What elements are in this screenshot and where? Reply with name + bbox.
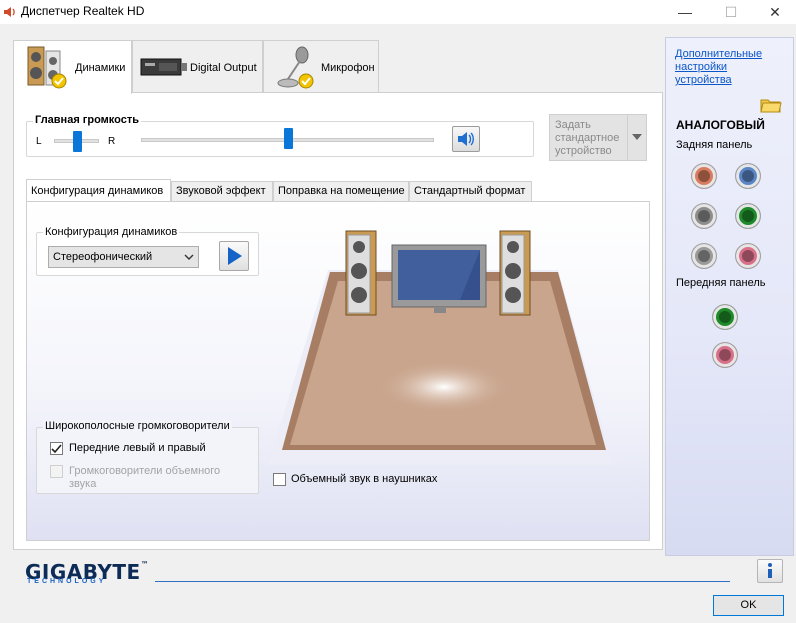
advanced-settings-line1: Дополнительные [675, 48, 763, 60]
tab-digital-output[interactable]: Digital Output [132, 40, 263, 93]
subtab-default-format[interactable]: Стандартный формат [409, 181, 532, 201]
front-jack-green[interactable] [712, 304, 738, 330]
minimize-button[interactable]: — [662, 0, 708, 24]
balance-right-label: R [108, 136, 116, 147]
surround-speakers-label-line1: Громкоговорители объемного [69, 465, 221, 477]
speaker-config-legend: Конфигурация динамиков [43, 226, 180, 238]
set-default-dropdown-arrow[interactable] [627, 115, 646, 160]
chevron-down-icon [184, 254, 194, 260]
info-button[interactable] [757, 559, 783, 583]
tab-speakers-label: Динамики [75, 62, 126, 74]
speaker-config-select[interactable]: Стереофонический [48, 246, 199, 268]
mute-button[interactable] [452, 126, 480, 152]
brand-subtitle: TECHNOLOGY [27, 578, 107, 585]
monitor-icon [391, 244, 487, 313]
surround-speakers-checkbox[interactable] [50, 465, 63, 478]
subtab-room-correction[interactable]: Поправка на помещение [273, 181, 409, 201]
subtab-speaker-config[interactable]: Конфигурация динамиков [26, 179, 171, 201]
tab-digital-output-label: Digital Output [190, 62, 257, 74]
fullrange-speakers-legend: Широкополосные громкоговорители [43, 420, 232, 432]
speaker-app-icon [4, 7, 15, 17]
play-test-button[interactable] [219, 241, 249, 271]
advanced-settings-link[interactable]: Дополнительные настройки устройства [675, 48, 762, 87]
volume-slider-thumb[interactable] [283, 128, 293, 149]
front-panel-label: Передняя панель [676, 277, 766, 289]
rear-jack-green[interactable] [735, 203, 761, 229]
rear-jack-gray-2[interactable] [691, 243, 717, 269]
title-bar: Диспетчер Realtek HD — ☐ ✕ [0, 0, 796, 24]
left-speaker-icon [345, 230, 377, 316]
right-speaker-icon [499, 230, 531, 316]
brand-tm: ™ [140, 560, 150, 569]
front-jack-pink[interactable] [712, 342, 738, 368]
set-default-line1: Задать [555, 119, 591, 131]
subtab-sound-effect[interactable]: Звуковой эффект [171, 181, 273, 201]
checkmark-icon [51, 444, 62, 454]
tab-speakers[interactable]: Динамики [13, 40, 132, 94]
speaker-config-value: Стереофонический [53, 251, 153, 263]
advanced-settings-line2: настройки [675, 61, 728, 73]
analog-title: АНАЛОГОВЫЙ [676, 118, 765, 132]
set-default-device-button[interactable]: Задать стандартное устройство [549, 114, 647, 161]
master-volume-title: Главная громкость [33, 114, 142, 126]
rear-jack-gray[interactable] [691, 203, 717, 229]
speaker-volume-icon [458, 132, 474, 146]
footer-divider [155, 581, 730, 582]
ok-button[interactable]: OK [713, 595, 784, 616]
device-panel [665, 37, 794, 556]
rear-jack-orange[interactable] [691, 163, 717, 189]
close-button[interactable]: ✕ [752, 0, 796, 24]
headphone-virtualization-checkbox[interactable] [273, 473, 286, 486]
front-left-right-label: Передние левый и правый [69, 442, 206, 454]
info-icon [768, 563, 772, 578]
maximize-button[interactable]: ☐ [708, 0, 754, 24]
microphone-icon [277, 46, 314, 89]
room-illustration [268, 230, 613, 465]
window-title: Диспетчер Realtek HD [21, 4, 145, 18]
balance-slider-thumb[interactable] [72, 131, 82, 152]
rear-jack-pink[interactable] [735, 243, 761, 269]
folder-icon[interactable] [760, 95, 782, 113]
tab-microphone-label: Микрофон [321, 62, 375, 74]
rear-jack-blue[interactable] [735, 163, 761, 189]
advanced-settings-line3: устройства [675, 74, 732, 86]
digital-output-icon [140, 58, 187, 76]
sound-field-glow [378, 361, 510, 413]
set-default-line3: устройство [555, 145, 612, 157]
headphone-virtualization-label: Объемный звук в наушниках [291, 473, 438, 485]
chevron-down-icon [632, 134, 642, 140]
tab-microphone[interactable]: Микрофон [263, 40, 379, 93]
balance-left-label: L [36, 136, 42, 147]
speakers-icon [27, 46, 67, 89]
rear-panel-label: Задняя панель [676, 139, 753, 151]
set-default-line2: стандартное [555, 132, 620, 144]
play-icon [228, 247, 242, 265]
surround-speakers-label-line2: звука [69, 478, 97, 490]
front-left-right-checkbox[interactable] [50, 442, 63, 455]
